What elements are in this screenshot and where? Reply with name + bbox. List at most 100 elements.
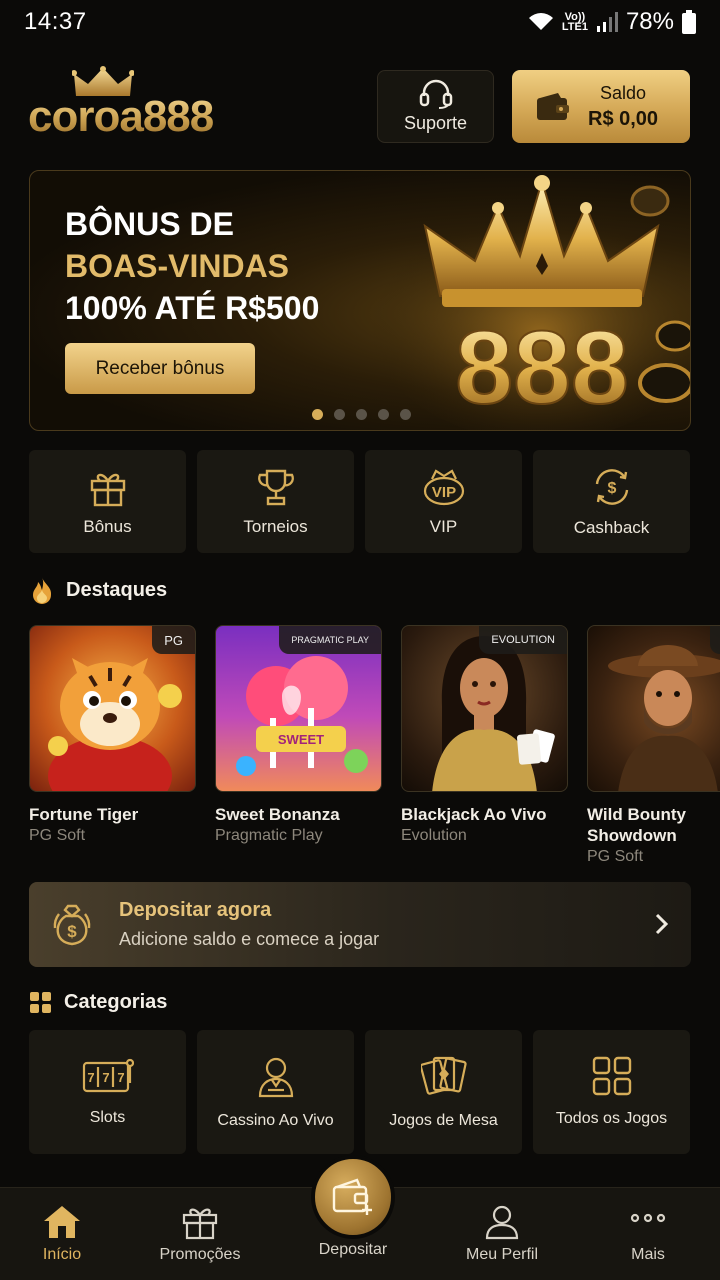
- banner-title: BÔNUS DE BOAS-VINDAS 100% ATÉ R$500: [65, 203, 319, 329]
- category-slots[interactable]: 7 7 7 Slots: [29, 1030, 186, 1154]
- game-thumbnail[interactable]: SWEET PRAGMATIC PLAY: [215, 625, 382, 792]
- wallet-plus-icon: [332, 1178, 372, 1215]
- wallet-icon: [537, 92, 569, 120]
- logo-text: coroa888: [28, 92, 214, 141]
- quick-link-label: Torneios: [243, 516, 308, 536]
- battery-icon: [682, 10, 696, 34]
- gift-icon: [182, 1208, 218, 1240]
- dealer-icon: [258, 1057, 293, 1098]
- categories-grid: 7 7 7 Slots Cassino Ao Vivo Jogos de Mes…: [29, 1030, 691, 1154]
- balance-label: Saldo: [600, 82, 647, 103]
- game-provider: Evolution: [401, 827, 467, 844]
- gift-icon: [90, 473, 125, 506]
- category-table-games[interactable]: Jogos de Mesa: [365, 1030, 522, 1154]
- trophy-icon: [257, 469, 294, 505]
- cashback-icon: $: [595, 468, 628, 505]
- claim-bonus-button[interactable]: Receber bônus: [65, 343, 255, 394]
- game-name: Wild Bounty Showdown: [587, 805, 686, 845]
- game-card[interactable]: PG Wild Bounty Showdown PG Soft: [587, 625, 720, 866]
- categories-grid-icon: [30, 991, 51, 1013]
- game-thumbnail[interactable]: PG: [587, 625, 720, 792]
- quick-link-bonus[interactable]: Bônus: [29, 450, 186, 553]
- more-dots-icon: [630, 1213, 666, 1223]
- svg-text:7: 7: [87, 1070, 94, 1085]
- category-label: Todos os Jogos: [555, 1110, 668, 1127]
- support-button[interactable]: Suporte: [377, 70, 494, 143]
- nav-more[interactable]: Mais: [593, 1204, 703, 1264]
- provider-badge: EVOLUTION: [479, 626, 567, 654]
- crown-888-illustration: 888: [370, 175, 690, 430]
- home-icon: [44, 1206, 80, 1238]
- fire-icon: [33, 577, 52, 604]
- category-label: Slots: [89, 1109, 126, 1126]
- logo[interactable]: coroa888: [28, 66, 248, 146]
- game-card[interactable]: EVOLUTION Blackjack Ao Vivo Evolution: [401, 625, 568, 845]
- game-name: Sweet Bonanza: [215, 805, 340, 824]
- highlights-header: Destaques: [30, 576, 167, 604]
- carousel-dot[interactable]: [334, 409, 345, 420]
- balance-button[interactable]: Saldo R$ 0,00: [512, 70, 690, 143]
- provider-badge: PRAGMATIC PLAY: [279, 626, 381, 654]
- svg-text:VIP: VIP: [431, 484, 455, 501]
- vip-crown-icon: VIP: [423, 468, 464, 505]
- quick-link-cashback[interactable]: $ Cashback: [533, 450, 690, 553]
- category-label: Cassino Ao Vivo: [217, 1112, 334, 1129]
- deposit-now-title: Depositar agora: [119, 899, 272, 921]
- cowboy-illustration: [608, 645, 720, 791]
- svg-text:$: $: [67, 922, 77, 941]
- nav-promotions[interactable]: Promoções: [145, 1204, 255, 1264]
- game-card[interactable]: PG Fortune Tiger PG Soft: [29, 625, 196, 845]
- support-label: Suporte: [403, 113, 468, 133]
- nav-deposit[interactable]: Depositar: [298, 1241, 408, 1259]
- promo-banner[interactable]: 888 BÔNUS DE BOAS-VINDAS 100% ATÉ R$500 …: [29, 170, 691, 431]
- highlights-carousel: PG Fortune Tiger PG Soft SWEET PRAGMATIC…: [29, 625, 720, 875]
- quick-link-label: VIP: [429, 516, 458, 536]
- svg-text:7: 7: [117, 1070, 124, 1085]
- game-thumbnail[interactable]: EVOLUTION: [401, 625, 568, 792]
- status-bar: 14:37 Vo)) LTE1 78%: [0, 0, 720, 44]
- app-header: coroa888 Suporte Saldo R$ 0,00: [28, 66, 692, 146]
- signal-icon: [596, 12, 618, 32]
- nav-label: Mais: [631, 1246, 665, 1263]
- nav-label: Depositar: [318, 1241, 388, 1258]
- carousel-dot[interactable]: [312, 409, 323, 420]
- nav-label: Promoções: [159, 1246, 241, 1263]
- categories-header: Categorias: [30, 991, 167, 1014]
- banner-line-2: BOAS-VINDAS: [65, 248, 290, 284]
- deposit-now-banner[interactable]: $ Depositar agora Adicione saldo e comec…: [29, 882, 691, 967]
- quick-link-vip[interactable]: VIP VIP: [365, 450, 522, 553]
- status-icons: Vo)) LTE1 78%: [528, 8, 696, 36]
- quick-link-tournaments[interactable]: Torneios: [197, 450, 354, 553]
- game-thumbnail[interactable]: PG: [29, 625, 196, 792]
- highlights-title: Destaques: [66, 578, 168, 601]
- grid-icon: [592, 1056, 631, 1096]
- banner-line-3-prefix: 100% ATÉ: [65, 290, 226, 326]
- nav-label: Início: [42, 1246, 82, 1263]
- carousel-dots: [312, 409, 411, 420]
- svg-text:$: $: [607, 480, 616, 497]
- user-icon: [485, 1205, 519, 1240]
- deposit-fab[interactable]: [311, 1155, 395, 1239]
- category-live-casino[interactable]: Cassino Ao Vivo: [197, 1030, 354, 1154]
- money-bag-icon: $: [53, 904, 91, 946]
- game-provider: Pragmatic Play: [215, 827, 323, 844]
- game-card[interactable]: SWEET PRAGMATIC PLAY Sweet Bonanza Pragm…: [215, 625, 382, 845]
- wifi-icon: [528, 13, 553, 30]
- carousel-dot[interactable]: [400, 409, 411, 420]
- game-provider: PG Soft: [587, 848, 644, 865]
- provider-badge: PG: [152, 626, 195, 654]
- nav-home[interactable]: Início: [7, 1204, 117, 1264]
- nav-profile[interactable]: Meu Perfil: [447, 1204, 557, 1264]
- provider-badge: PG: [710, 626, 720, 654]
- chevron-right-icon: [655, 913, 669, 935]
- carousel-dot[interactable]: [378, 409, 389, 420]
- nav-label: Meu Perfil: [465, 1246, 539, 1263]
- svg-text:SWEET: SWEET: [278, 732, 324, 747]
- network-label: Vo)) LTE1: [561, 11, 588, 33]
- carousel-dot[interactable]: [356, 409, 367, 420]
- quick-link-label: Cashback: [573, 517, 650, 537]
- slot-machine-icon: 7 7 7: [82, 1058, 134, 1093]
- banner-888-text: 888: [455, 310, 629, 426]
- deposit-now-subtitle: Adicione saldo e comece a jogar: [119, 929, 380, 949]
- category-all-games[interactable]: Todos os Jogos: [533, 1030, 690, 1154]
